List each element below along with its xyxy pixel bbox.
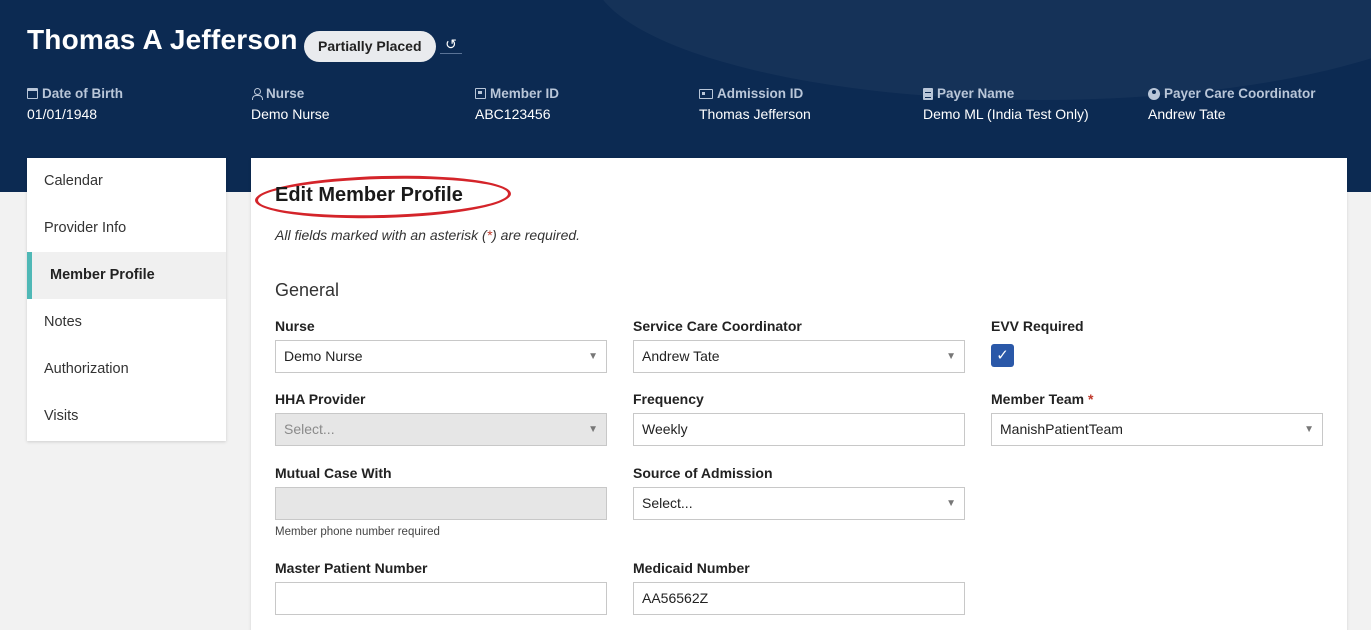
id-badge-icon [475, 88, 486, 99]
source-of-admission-placeholder: Select... [642, 495, 693, 511]
field-label: Service Care Coordinator [633, 318, 802, 334]
info-payer-name: Payer Name Demo ML (India Test Only) [923, 86, 1089, 122]
field-hha-provider: HHA Provider Select... ▼ [275, 391, 607, 446]
info-payer-care-coordinator: Payer Care Coordinator Andrew Tate [1148, 86, 1316, 122]
field-label: HHA Provider [275, 391, 366, 407]
required-asterisk: * [1088, 391, 1094, 407]
field-evv-required: EVV Required ✓ [991, 318, 1323, 367]
service-care-coordinator-select[interactable]: Andrew Tate ▼ [633, 340, 965, 373]
info-admission-id: Admission ID Thomas Jefferson [699, 86, 811, 122]
history-icon[interactable]: ↺ [440, 36, 462, 54]
info-label: Nurse [266, 86, 305, 101]
info-value: Andrew Tate [1148, 106, 1226, 122]
edit-profile-panel: Edit Member Profile All fields marked wi… [251, 158, 1347, 630]
page-title: Edit Member Profile [275, 184, 463, 206]
master-patient-number-input[interactable] [275, 582, 607, 615]
info-label: Admission ID [717, 86, 804, 101]
member-name: Thomas A Jefferson [27, 24, 298, 55]
sidebar-item-provider-info[interactable]: Provider Info [27, 205, 226, 252]
user-icon [251, 88, 263, 100]
chevron-down-icon: ▼ [1304, 424, 1314, 435]
field-mutual-case-with: Mutual Case With Member phone number req… [275, 465, 607, 538]
info-date-of-birth: Date of Birth 01/01/1948 [27, 86, 123, 122]
hha-provider-select[interactable]: Select... ▼ [275, 413, 607, 446]
sidebar-nav: Calendar Provider Info Member Profile No… [27, 158, 226, 441]
info-value: 01/01/1948 [27, 106, 98, 122]
member-team-select[interactable]: ManishPatientTeam ▼ [991, 413, 1323, 446]
field-frequency: Frequency Weekly [633, 391, 965, 446]
calendar-icon [27, 88, 38, 99]
mutual-case-with-input[interactable] [275, 487, 607, 520]
chevron-down-icon: ▼ [588, 424, 598, 435]
field-label: Nurse [275, 318, 315, 334]
required-note-suffix: ) are required. [492, 227, 581, 243]
checkmark-icon: ✓ [996, 347, 1009, 364]
service-care-coordinator-value: Andrew Tate [642, 348, 720, 364]
field-source-of-admission: Source of Admission Select... ▼ [633, 465, 965, 520]
required-fields-note: All fields marked with an asterisk (*) a… [275, 227, 580, 243]
sidebar-item-authorization[interactable]: Authorization [27, 346, 226, 393]
field-label: Master Patient Number [275, 560, 428, 576]
chevron-down-icon: ▼ [588, 351, 598, 362]
required-note-prefix: All fields marked with an asterisk ( [275, 227, 487, 243]
sidebar-item-notes[interactable]: Notes [27, 299, 226, 346]
document-icon [923, 87, 933, 100]
chevron-down-icon: ▼ [946, 351, 956, 362]
field-master-patient-number: Master Patient Number [275, 560, 607, 615]
info-value: Demo ML (India Test Only) [923, 106, 1089, 122]
info-value: ABC123456 [475, 106, 551, 122]
field-label: Medicaid Number [633, 560, 750, 576]
sidebar-item-calendar[interactable]: Calendar [27, 158, 226, 205]
sidebar-item-visits[interactable]: Visits [27, 393, 226, 440]
info-value: Thomas Jefferson [699, 106, 811, 122]
member-team-value: ManishPatientTeam [1000, 421, 1123, 437]
field-label: Mutual Case With [275, 465, 392, 481]
member-team-label: Member Team [991, 391, 1085, 407]
sidebar-item-member-profile[interactable]: Member Profile [27, 252, 226, 299]
field-medicaid-number: Medicaid Number AA56562Z [633, 560, 965, 615]
source-of-admission-select[interactable]: Select... ▼ [633, 487, 965, 520]
mutual-case-help-text: Member phone number required [275, 526, 440, 538]
info-value: Demo Nurse [251, 106, 330, 122]
user-circle-icon [1148, 87, 1160, 100]
field-service-care-coordinator: Service Care Coordinator Andrew Tate ▼ [633, 318, 965, 373]
info-member-id: Member ID ABC123456 [475, 86, 559, 122]
info-label: Date of Birth [42, 86, 123, 101]
field-member-team: Member Team * ManishPatientTeam ▼ [991, 391, 1323, 446]
header-decoration [591, 0, 1371, 100]
info-label: Member ID [490, 86, 560, 101]
placement-status-badge[interactable]: Partially Placed [304, 31, 436, 62]
nurse-select-value: Demo Nurse [284, 348, 363, 364]
frequency-input[interactable]: Weekly [633, 413, 965, 446]
id-card-icon [699, 88, 713, 99]
field-label: Frequency [633, 391, 704, 407]
medicaid-number-input[interactable]: AA56562Z [633, 582, 965, 615]
info-label: Payer Name [937, 86, 1015, 101]
field-nurse: Nurse Demo Nurse ▼ [275, 318, 607, 373]
field-label: EVV Required [991, 318, 1084, 334]
chevron-down-icon: ▼ [946, 498, 956, 509]
field-label: Member Team * [991, 391, 1323, 411]
section-title-general: General [275, 280, 340, 300]
info-label: Payer Care Coordinator [1164, 86, 1316, 101]
hha-provider-placeholder: Select... [284, 421, 335, 437]
info-nurse: Nurse Demo Nurse [251, 86, 330, 122]
field-label: Source of Admission [633, 465, 773, 481]
nurse-select[interactable]: Demo Nurse ▼ [275, 340, 607, 373]
evv-required-checkbox[interactable]: ✓ [991, 344, 1014, 367]
